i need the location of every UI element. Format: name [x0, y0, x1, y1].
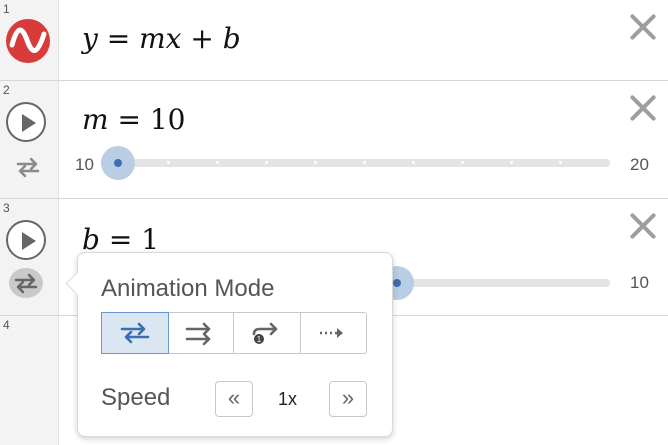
math-eq: =: [97, 22, 140, 55]
animation-mode-popup: Animation Mode 1 Speed « 1x »: [65, 252, 393, 437]
animation-mode-group: 1: [101, 312, 367, 354]
row-number: 1: [3, 2, 10, 16]
expression-row-2[interactable]: 2 m = 10 10 20: [0, 81, 668, 199]
slider-track[interactable]: [110, 159, 610, 167]
popup-title: Animation Mode: [101, 275, 275, 302]
repeat-icon[interactable]: [14, 153, 42, 181]
row-number: 3: [3, 201, 10, 215]
delete-row-3-icon[interactable]: [628, 211, 658, 241]
play-button[interactable]: [6, 102, 46, 142]
dotted-arrow-icon: [320, 328, 344, 338]
slider-max-label: 20: [630, 155, 649, 174]
delete-row-2-icon[interactable]: [628, 93, 658, 123]
speed-value: 1x: [278, 389, 298, 409]
math-rhs: 10: [149, 103, 186, 136]
expression-math[interactable]: y = mx + b: [82, 22, 241, 55]
function-logo-icon: [5, 18, 51, 69]
slider-track[interactable]: [390, 279, 610, 287]
row-number: 4: [3, 318, 10, 332]
oscillate-icon: [120, 322, 150, 344]
mode-decreasing-button[interactable]: [301, 313, 367, 353]
math-lhs: m: [82, 103, 109, 136]
math-rhs: mx + b: [139, 22, 241, 55]
svg-text:1: 1: [257, 335, 262, 344]
play-once-icon: 1: [252, 322, 278, 344]
slider-max-label: 10: [630, 273, 649, 292]
expression-row-1[interactable]: 1 y = mx + b: [0, 0, 668, 81]
speed-label: Speed: [101, 384, 171, 411]
faster-button[interactable]: »: [329, 381, 367, 417]
mode-increasing-button[interactable]: [168, 313, 234, 353]
expression-math[interactable]: m = 10: [82, 103, 185, 136]
slider-min-label: 10: [75, 155, 94, 174]
repeat-icon[interactable]: [9, 268, 43, 298]
play-button[interactable]: [6, 220, 46, 260]
row-number: 2: [3, 83, 10, 97]
slower-button[interactable]: «: [215, 381, 253, 417]
mode-oscillating-button[interactable]: [101, 312, 169, 354]
repeat-forward-icon: [185, 322, 211, 346]
delete-row-1-icon[interactable]: [628, 12, 658, 42]
math-lhs: y: [82, 22, 98, 55]
slider-thumb[interactable]: [101, 146, 135, 180]
mode-once-button[interactable]: 1: [234, 313, 301, 353]
math-eq: =: [108, 103, 150, 136]
